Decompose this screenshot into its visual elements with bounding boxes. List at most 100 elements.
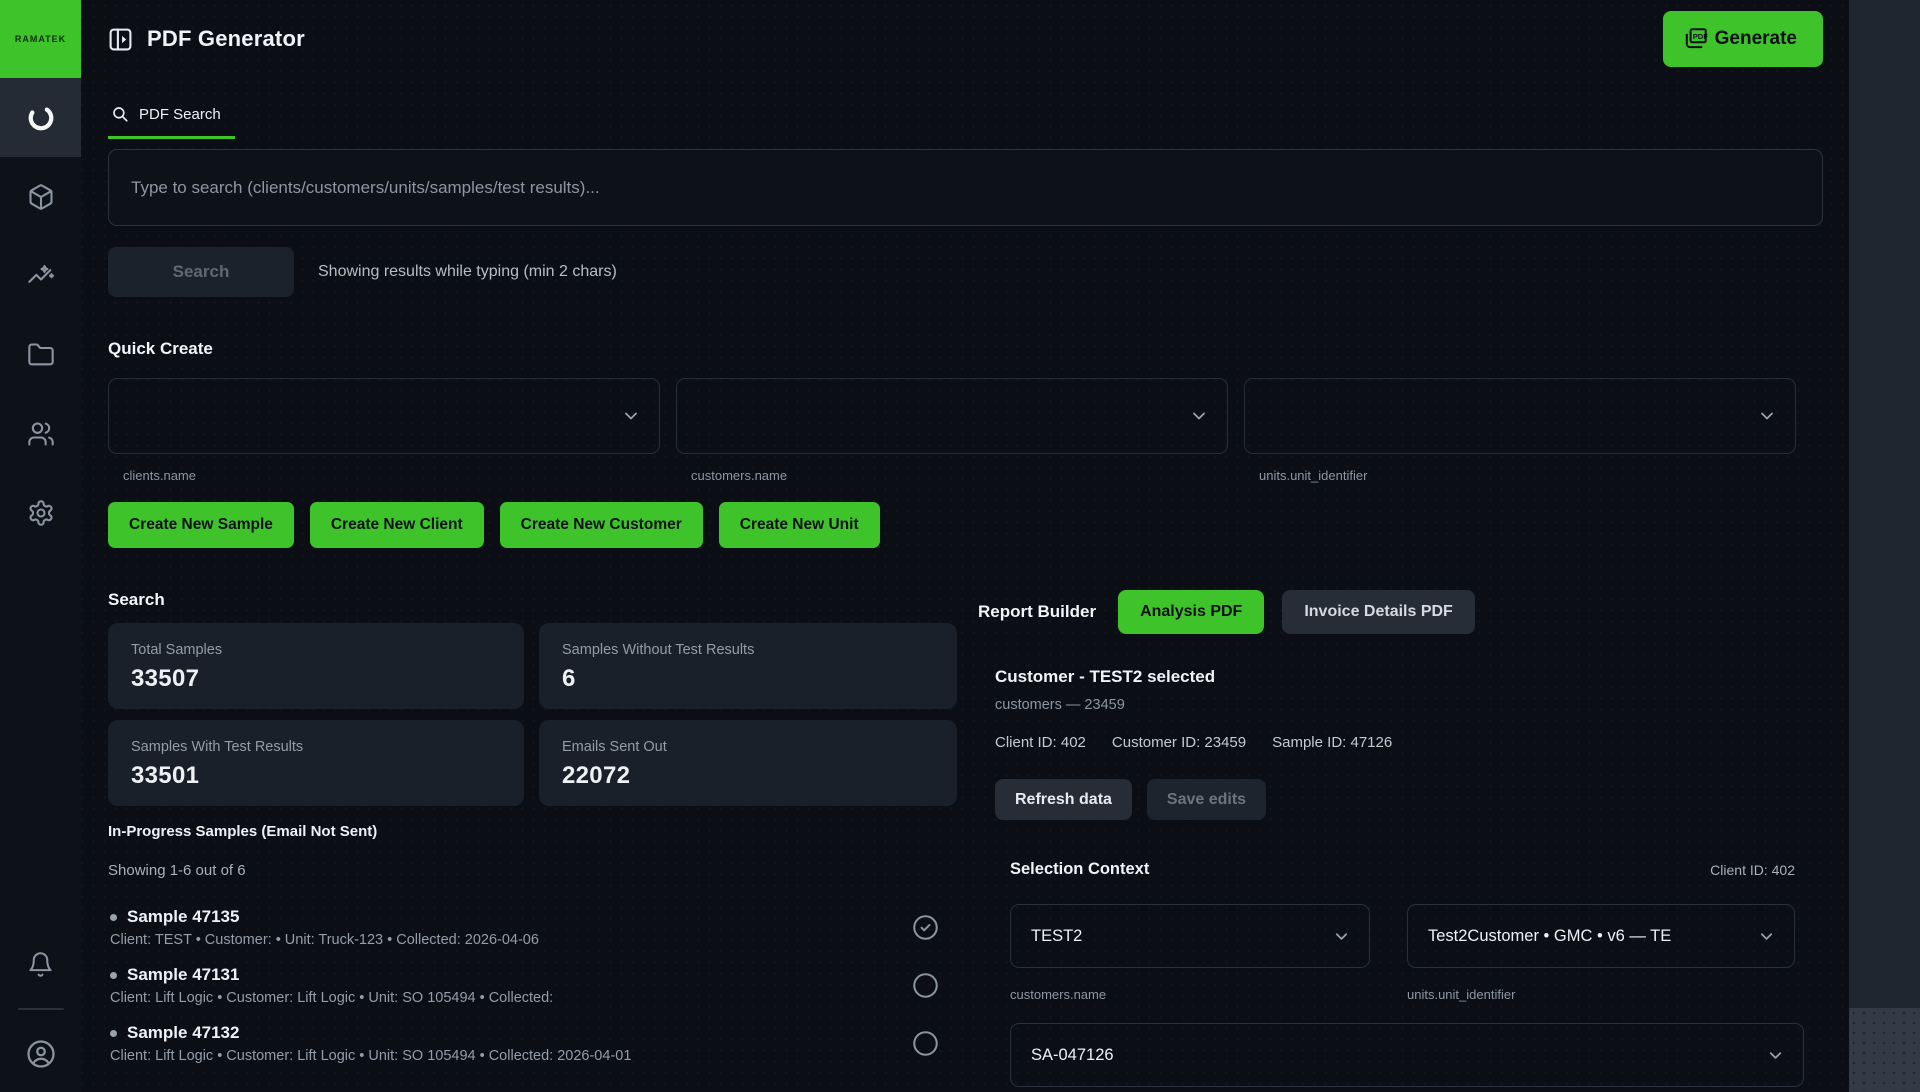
notifications-button[interactable]: [0, 934, 81, 994]
brand-logo[interactable]: RAMATEK: [0, 0, 81, 78]
clients-name-label: clients.name: [108, 468, 676, 483]
stat-card-total-samples: Total Samples 33507: [108, 623, 524, 709]
context-unit-select[interactable]: Test2Customer • GMC • v6 — TE: [1407, 904, 1795, 968]
sidebar-item-files[interactable]: [0, 315, 81, 394]
search-results-column: Search Total Samples 33507 Samples Witho…: [108, 590, 957, 1087]
chevron-down-icon: [1747, 406, 1777, 426]
customers-name-label: customers.name: [676, 468, 1244, 483]
list-item[interactable]: Sample 47135 Client: TEST • Customer: • …: [108, 907, 957, 948]
customers-name-select[interactable]: [676, 378, 1228, 454]
context-sample-select[interactable]: SA-047126: [1010, 1023, 1804, 1087]
stat-value: 6: [562, 665, 934, 693]
sample-list: Sample 47135 Client: TEST • Customer: • …: [108, 907, 957, 1064]
sample-title: Sample 47131: [127, 965, 239, 985]
user-avatar-icon: [26, 1039, 56, 1069]
sample-details: Client: Lift Logic • Customer: Lift Logi…: [110, 1048, 912, 1064]
builder-actions: Refresh data Save edits: [995, 779, 1823, 820]
check-circle-icon[interactable]: [912, 914, 939, 941]
generate-button-label: Generate: [1715, 28, 1797, 50]
report-builder-heading: Report Builder: [978, 602, 1096, 622]
search-icon: [111, 105, 129, 123]
sidebar-item-users[interactable]: [0, 394, 81, 473]
customer-selected-title: Customer - TEST2 selected: [995, 667, 1823, 687]
circle-icon[interactable]: [912, 1030, 939, 1057]
create-new-customer-button[interactable]: Create New Customer: [500, 502, 703, 548]
sample-title: Sample 47135: [127, 907, 239, 927]
selection-client-id: Client ID: 402: [1710, 862, 1795, 878]
bullet-icon: [110, 1030, 117, 1037]
list-item[interactable]: Sample 47132 Client: Lift Logic • Custom…: [108, 1023, 957, 1064]
customer-selection-block: Customer - TEST2 selected customers — 23…: [978, 667, 1823, 820]
sample-id-text: Sample ID: 47126: [1272, 734, 1392, 751]
sidebar-item-analytics[interactable]: [0, 236, 81, 315]
context-sample-select-value: SA-047126: [1031, 1046, 1114, 1065]
tab-pdf-search-label: PDF Search: [139, 106, 221, 123]
create-new-client-button[interactable]: Create New Client: [310, 502, 484, 548]
svg-text:PDF: PDF: [1692, 32, 1708, 41]
invoice-details-pdf-button[interactable]: Invoice Details PDF: [1282, 590, 1475, 634]
refresh-data-button[interactable]: Refresh data: [995, 779, 1132, 820]
stat-value: 33507: [131, 665, 501, 693]
create-new-unit-button[interactable]: Create New Unit: [719, 502, 880, 548]
stat-label: Samples Without Test Results: [562, 642, 934, 658]
selection-context-selects: TEST2 Test2Customer • GMC • v6 — TE: [1010, 904, 1823, 968]
showing-count-text: Showing 1-6 out of 6: [108, 862, 957, 879]
quick-create-select-labels: clients.name customers.name units.unit_i…: [108, 468, 1823, 483]
customer-id-text: Customer ID: 23459: [1112, 734, 1246, 751]
progress-arc-icon: [26, 103, 56, 133]
list-item[interactable]: Sample 47131 Client: Lift Logic • Custom…: [108, 965, 957, 1006]
chevron-down-icon: [1322, 927, 1351, 946]
chevron-down-icon: [1179, 406, 1209, 426]
sidebar-divider: [18, 1008, 64, 1010]
context-unit-select-value: Test2Customer • GMC • v6 — TE: [1428, 927, 1671, 946]
tab-pdf-search[interactable]: PDF Search: [108, 105, 235, 139]
stats-grid: Total Samples 33507 Samples Without Test…: [108, 623, 957, 806]
main-content: PDF Generator PDF Generate PDF Search: [81, 0, 1849, 1092]
search-row: Search Showing results while typing (min…: [108, 247, 1823, 297]
sidebar-bottom: [0, 934, 81, 1092]
users-icon: [27, 420, 55, 448]
app-window: RAMATEK: [0, 0, 1920, 1092]
selection-context-heading: Selection Context: [1010, 860, 1149, 879]
bullet-icon: [110, 972, 117, 979]
search-input[interactable]: [108, 149, 1823, 226]
trending-sparkle-icon: [27, 262, 55, 290]
quick-create-selects: [108, 378, 1823, 454]
gear-icon: [27, 499, 55, 527]
analysis-pdf-button[interactable]: Analysis PDF: [1118, 590, 1264, 634]
search-hint: Showing results while typing (min 2 char…: [318, 263, 617, 281]
sidebar-item-pdf-generator[interactable]: [0, 78, 81, 157]
sidebar: RAMATEK: [0, 0, 81, 1092]
save-edits-button[interactable]: Save edits: [1147, 779, 1266, 820]
bullet-icon: [110, 914, 117, 921]
context-customer-select-value: TEST2: [1031, 927, 1082, 946]
stat-value: 33501: [131, 762, 501, 790]
sample-details: Client: TEST • Customer: • Unit: Truck-1…: [110, 932, 912, 948]
page-title: PDF Generator: [147, 26, 305, 52]
search-button[interactable]: Search: [108, 247, 294, 297]
generate-button[interactable]: PDF Generate: [1663, 11, 1823, 67]
right-edge-panel-highlight: [1849, 1008, 1920, 1092]
chevron-down-icon: [1756, 1046, 1785, 1065]
context-customer-select[interactable]: TEST2: [1010, 904, 1370, 968]
context-unit-label: units.unit_identifier: [1407, 987, 1515, 1002]
header: PDF Generator PDF Generate: [108, 0, 1823, 78]
selection-context-labels: customers.name units.unit_identifier: [1010, 987, 1823, 1002]
right-edge-panel: [1849, 0, 1920, 1092]
folder-icon: [27, 341, 55, 369]
create-new-sample-button[interactable]: Create New Sample: [108, 502, 294, 548]
sample-details: Client: Lift Logic • Customer: Lift Logi…: [110, 990, 912, 1006]
in-progress-heading: In-Progress Samples (Email Not Sent): [108, 823, 957, 840]
sample-title: Sample 47132: [127, 1023, 239, 1043]
context-customer-label: customers.name: [1010, 987, 1407, 1002]
circle-icon[interactable]: [912, 972, 939, 999]
stat-card-samples-without-results: Samples Without Test Results 6: [539, 623, 957, 709]
stat-label: Samples With Test Results: [131, 739, 501, 755]
clients-name-select[interactable]: [108, 378, 660, 454]
sidebar-item-packages[interactable]: [0, 157, 81, 236]
stat-value: 22072: [562, 762, 934, 790]
units-identifier-select[interactable]: [1244, 378, 1796, 454]
account-button[interactable]: [0, 1024, 81, 1084]
panel-left-icon[interactable]: [108, 27, 133, 52]
sidebar-item-settings[interactable]: [0, 473, 81, 552]
